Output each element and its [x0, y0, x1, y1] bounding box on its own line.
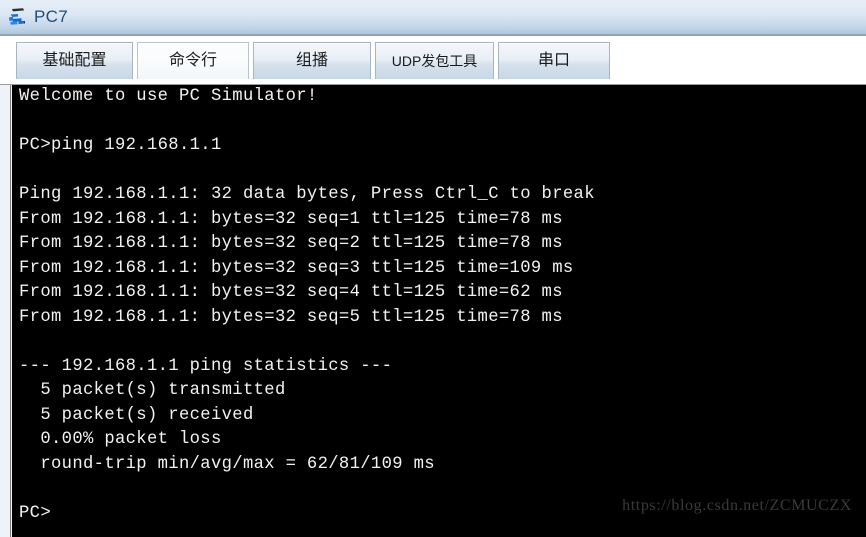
pc-network-icon [6, 5, 30, 29]
tab-udp-tool-label: UDP发包工具 [391, 53, 478, 69]
title-bar: PC7 [0, 0, 866, 36]
watermark-text: https://blog.csdn.net/ZCMUCZX [622, 497, 852, 514]
tab-strip: 基础配置 命令行 组播 UDP发包工具 串口 [0, 36, 866, 85]
terminal-left-gutter [0, 85, 11, 537]
terminal-console[interactable]: Welcome to use PC Simulator! PC>ping 192… [12, 85, 866, 537]
tab-basic-config-label: 基础配置 [42, 52, 107, 69]
tab-multicast[interactable]: 组播 [253, 42, 371, 79]
pc-simulator-window: PC7 基础配置 命令行 组播 UDP发包工具 串口 Welcome to us… [0, 0, 866, 537]
terminal-output-text: Welcome to use PC Simulator! PC>ping 192… [19, 87, 595, 523]
tab-command-line[interactable]: 命令行 [137, 42, 249, 79]
tab-command-line-label: 命令行 [168, 52, 217, 69]
tab-serial-port-label: 串口 [537, 52, 570, 69]
terminal-area: Welcome to use PC Simulator! PC>ping 192… [0, 85, 866, 537]
tab-multicast-label: 组播 [295, 52, 328, 69]
window-title: PC7 [34, 6, 68, 26]
tab-basic-config[interactable]: 基础配置 [16, 42, 133, 79]
tab-udp-tool[interactable]: UDP发包工具 [375, 42, 494, 79]
tab-serial-port[interactable]: 串口 [498, 42, 610, 79]
